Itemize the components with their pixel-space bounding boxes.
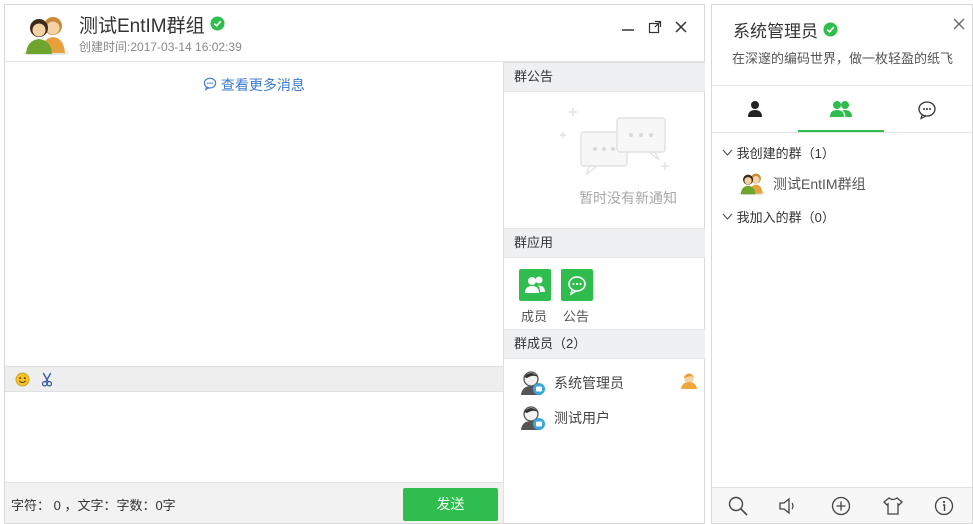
app-members-button[interactable]: [519, 269, 551, 301]
chat-bubble-icon: [568, 276, 586, 296]
tree-created-label: 我创建的群（1）: [736, 146, 835, 161]
notice-empty-text: 暂时没有新通知: [579, 190, 677, 206]
close-button[interactable]: [671, 19, 691, 39]
notice-section-title: 群公告: [504, 62, 705, 92]
created-time: 2017-03-14 16:02:39: [130, 40, 242, 54]
admin-role-icon: [681, 373, 697, 389]
contacts-panel: 系统管理员 在深邃的编码世界，做一枚轻盈的纸飞 我创建的群（1） 测试EntIM…: [711, 4, 973, 524]
group-name: 测试EntIM群组: [79, 16, 205, 37]
created-label: 创建时间:: [79, 40, 131, 54]
chevron-down-icon: [722, 213, 733, 220]
info-icon[interactable]: [932, 494, 956, 518]
tab-recent-chats[interactable]: [884, 86, 970, 132]
tab-groups[interactable]: [798, 86, 884, 132]
tab-contacts[interactable]: [712, 86, 798, 132]
empty-notice-illustration: [560, 108, 669, 176]
chat-header: 测试EntIM群组 创建时间:2017-03-14 16:02:39: [5, 5, 704, 62]
chat-bubble-icon: [203, 77, 217, 91]
close-icon[interactable]: [952, 17, 966, 31]
group-side-panel: 群公告 暂时没有新通知 群应用 成员 公告 群成员（2） 系统管理员 测试用户: [503, 62, 705, 523]
group-created-time: 创建时间:2017-03-14 16:02:39: [79, 38, 242, 55]
members-section-title: 群成员（2）: [504, 329, 705, 359]
contacts-bottom-bar: [712, 487, 972, 523]
char-count: 字符： 0 ，文字：字数：0字: [11, 498, 176, 513]
search-icon[interactable]: [726, 494, 750, 518]
group-chat-window: 测试EntIM群组 创建时间:2017-03-14 16:02:39 查看更多消…: [4, 4, 705, 524]
member-row[interactable]: 系统管理员: [504, 365, 705, 399]
app-members-label: 成员: [521, 309, 548, 324]
emoji-button-icon[interactable]: [15, 372, 30, 387]
app-notice-label: 公告: [563, 309, 590, 324]
apps-section-title: 群应用: [504, 228, 705, 258]
minimize-icon: [622, 29, 634, 31]
send-button[interactable]: 发送: [403, 488, 498, 521]
tree-joined-groups[interactable]: 我加入的群（0）: [722, 207, 835, 226]
close-icon: [675, 21, 687, 33]
chevron-down-icon: [722, 149, 733, 156]
contacts-tab-bar: [712, 85, 972, 133]
more-messages-label: 查看更多消息: [220, 77, 305, 93]
group-title: 测试EntIM群组: [79, 11, 225, 38]
member-name: 测试用户: [554, 410, 610, 426]
more-messages-link[interactable]: 查看更多消息: [203, 75, 305, 95]
member-row[interactable]: 测试用户: [504, 400, 705, 434]
message-area[interactable]: 查看更多消息: [5, 62, 503, 366]
skin-icon[interactable]: [881, 494, 905, 518]
add-icon[interactable]: [829, 494, 853, 518]
tree-created-groups[interactable]: 我创建的群（1）: [722, 143, 835, 162]
members-icon: [525, 276, 545, 293]
current-user-name: 系统管理员: [733, 22, 818, 41]
user-signature[interactable]: 在深邃的编码世界，做一枚轻盈的纸飞: [732, 48, 972, 67]
input-status-bar: 字符： 0 ，文字：字数：0字 发送: [5, 482, 503, 523]
chat-icon: [918, 101, 936, 120]
screenshot-scissors-icon[interactable]: [40, 372, 54, 387]
input-toolbar: [5, 366, 503, 392]
group-list-item-name: 测试EntIM群组: [773, 176, 866, 192]
person-icon: [748, 101, 762, 117]
group-icon: [830, 101, 852, 117]
tree-joined-label: 我加入的群（0）: [736, 210, 835, 225]
current-user: 系统管理员: [733, 17, 838, 42]
minimize-button[interactable]: [618, 19, 638, 39]
maximize-button[interactable]: [645, 19, 665, 39]
member-avatar: [521, 406, 545, 430]
volume-icon[interactable]: [776, 494, 800, 518]
app-notice-button[interactable]: [561, 269, 593, 301]
group-avatar: [739, 173, 765, 195]
message-input[interactable]: [5, 392, 503, 482]
member-avatar: [521, 371, 545, 395]
group-avatar: [23, 17, 69, 55]
member-name: 系统管理员: [554, 375, 624, 391]
verified-icon: [823, 22, 838, 37]
verified-icon: [210, 16, 225, 31]
maximize-icon: [648, 20, 662, 34]
group-list-item[interactable]: 测试EntIM群组: [738, 171, 958, 199]
